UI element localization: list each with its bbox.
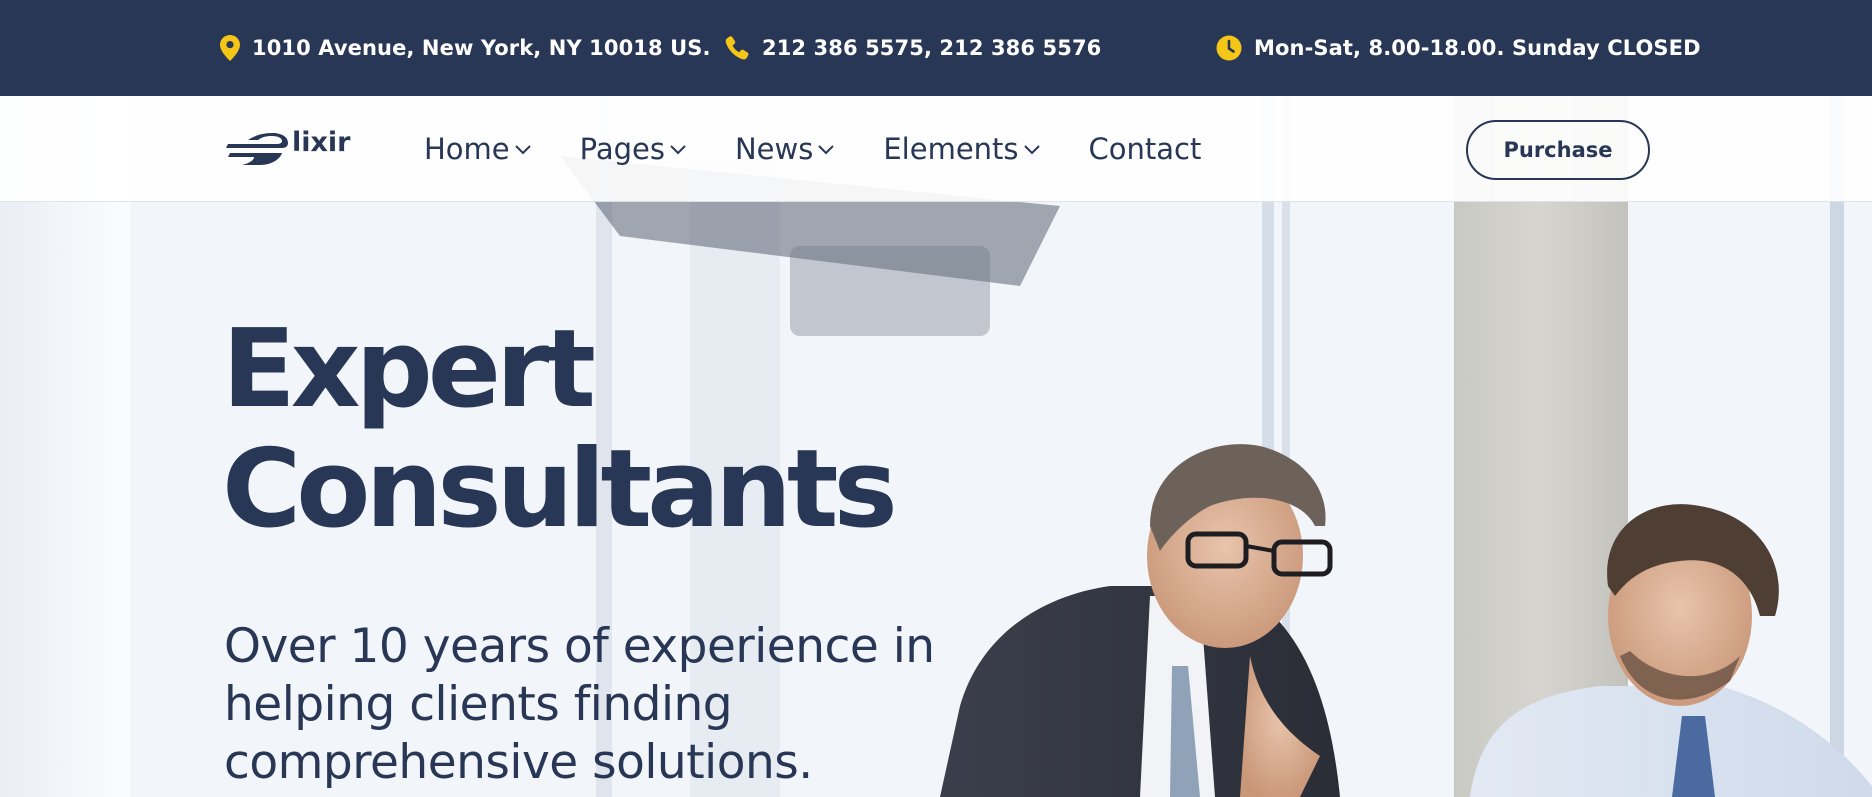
chevron-down-icon [1023,145,1040,155]
hours-info: Mon-Sat, 8.00-18.00. Sunday CLOSED [1216,0,1701,96]
nav-item-label: Contact [1088,132,1202,166]
hero-title-line: Expert [222,307,596,432]
nav-item-elements[interactable]: Elements [883,132,1040,166]
hero-subtitle-line: comprehensive solutions. [224,735,813,790]
chevron-down-icon [818,145,835,155]
phone-icon [725,36,749,60]
elixir-logo-icon: lixir [226,127,351,165]
brand-logo[interactable]: lixir [224,124,374,174]
nav-item-news[interactable]: News [735,132,835,166]
svg-text:lixir: lixir [292,127,351,158]
purchase-button[interactable]: Purchase [1466,120,1650,180]
address-info: 1010 Avenue, New York, NY 10018 US. [220,0,711,96]
top-info-bar: 1010 Avenue, New York, NY 10018 US. 212 … [0,0,1872,96]
nav-item-label: Home [424,132,510,166]
phone-text[interactable]: 212 386 5575, 212 386 5576 [762,36,1101,60]
hours-text: Mon-Sat, 8.00-18.00. Sunday CLOSED [1254,36,1701,60]
hero-title-line: Consultants [222,427,898,552]
clock-icon [1216,35,1242,61]
nav-item-label: News [734,132,814,166]
main-nav: Home Pages News Elements Contact [424,96,1249,202]
hero-subtitle-line: Over 10 years of experience in [224,619,935,674]
chevron-down-icon [670,145,686,155]
phone-info: 212 386 5575, 212 386 5576 [724,0,1101,96]
nav-item-contact[interactable]: Contact [1089,132,1202,166]
nav-item-label: Pages [579,132,665,166]
main-navbar: lixir Home Pages News Elements Contact P… [0,96,1872,202]
nav-item-home[interactable]: Home [424,132,532,166]
nav-item-pages[interactable]: Pages [580,132,687,166]
hero-subtitle-line: helping clients finding [224,677,733,732]
nav-item-label: Elements [883,132,1019,166]
map-pin-icon [220,35,240,61]
address-text: 1010 Avenue, New York, NY 10018 US. [252,36,711,60]
chevron-down-icon [514,145,531,155]
hero-subtitle: Over 10 years of experience in helping c… [224,618,984,792]
hero-title: Expert Consultants [222,307,898,552]
